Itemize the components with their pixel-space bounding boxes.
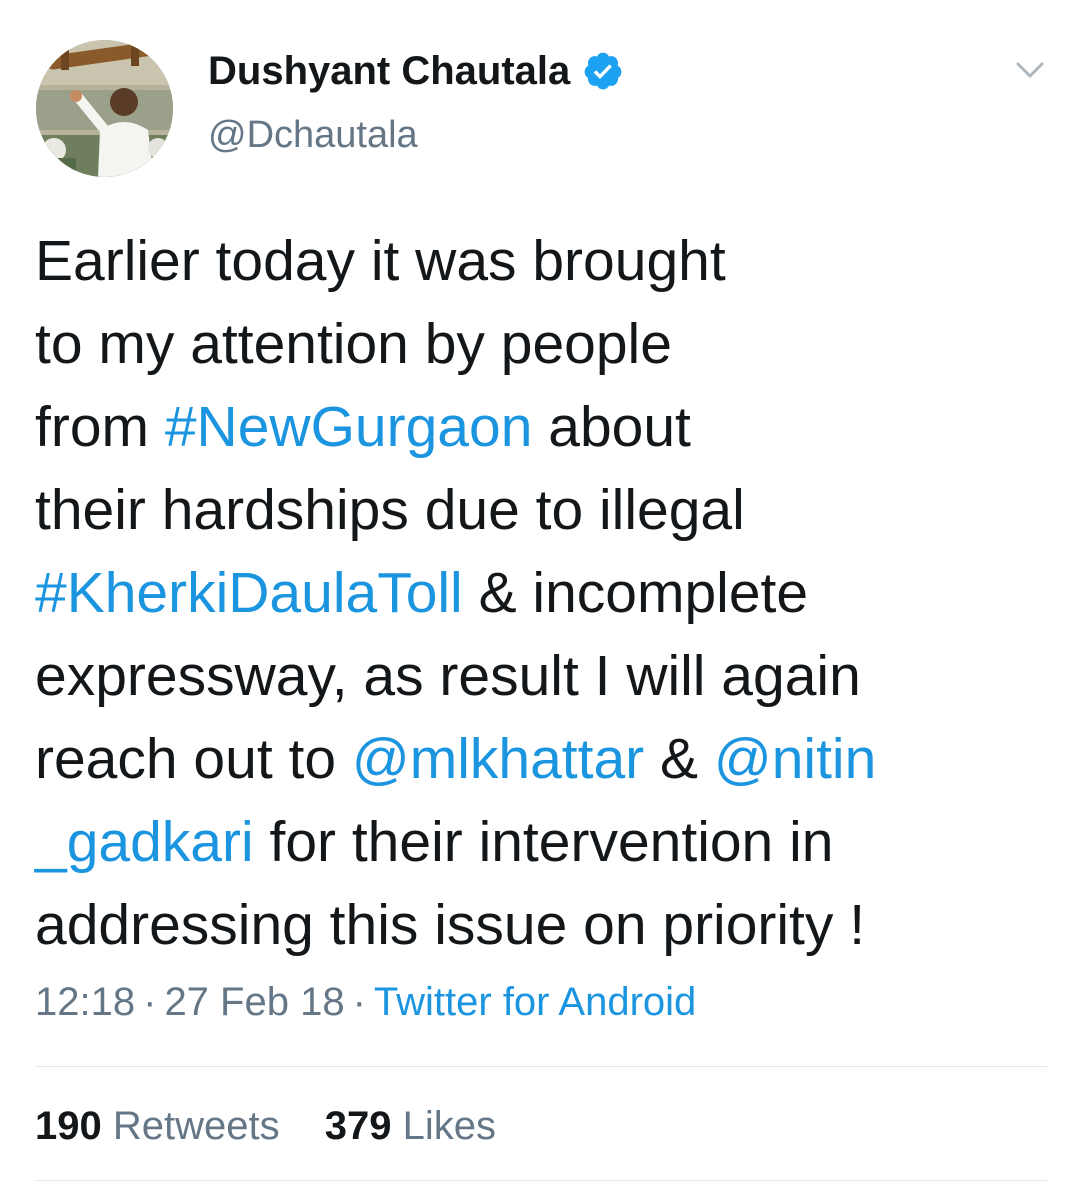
tweet-line: expressway, as result I will again <box>35 635 1045 718</box>
meta-separator: · <box>143 980 157 1024</box>
retweets-stat[interactable]: 190 Retweets <box>35 1104 280 1149</box>
hashtag-link[interactable]: #KherkiDaulaToll <box>35 561 463 625</box>
tweet-line: from #NewGurgaon about <box>35 386 1045 469</box>
tweet-text: Earlier today it was brought to my attent… <box>35 220 1045 967</box>
tweet-line: addressing this issue on priority ! <box>35 884 1045 967</box>
tweet-stats: 190 Retweets 379 Likes <box>35 1104 530 1149</box>
user-handle[interactable]: @Dchautala <box>208 114 418 157</box>
tweet-source-link[interactable]: Twitter for Android <box>374 980 696 1024</box>
tweet-card: Dushyant Chautala @Dchautala Earlier tod… <box>0 0 1075 1195</box>
mention-link[interactable]: @nitin <box>714 727 876 791</box>
tweet-line: #KherkiDaulaToll & incomplete <box>35 552 1045 635</box>
mention-link[interactable]: @mlkhattar <box>352 727 644 791</box>
tweet-text-segment: Earlier today it was brought <box>35 229 726 293</box>
tweet-time: 12:18 <box>35 980 136 1024</box>
name-row: Dushyant Chautala <box>208 46 624 96</box>
divider <box>35 1180 1047 1181</box>
mention-link[interactable]: _gadkari <box>35 810 254 874</box>
hashtag-link[interactable]: #NewGurgaon <box>165 395 533 459</box>
tweet-text-segment: reach out to <box>35 727 352 791</box>
likes-label: Likes <box>402 1104 497 1148</box>
retweets-count: 190 <box>35 1104 102 1148</box>
tweet-text-segment: & <box>644 727 714 791</box>
tweet-line: reach out to @mlkhattar & @nitin <box>35 718 1045 801</box>
tweet-date: 27 Feb 18 <box>164 980 345 1024</box>
meta-separator: · <box>352 980 366 1024</box>
tweet-text-segment: from <box>35 395 165 459</box>
avatar[interactable] <box>36 40 173 177</box>
verified-badge-icon <box>582 50 624 92</box>
tweet-line: _gadkari for their intervention in <box>35 801 1045 884</box>
retweets-label: Retweets <box>112 1104 280 1148</box>
display-name[interactable]: Dushyant Chautala <box>208 49 570 94</box>
divider <box>35 1066 1047 1067</box>
tweet-text-segment: their hardships due to illegal <box>35 478 745 542</box>
likes-stat[interactable]: 379 Likes <box>325 1104 496 1149</box>
tweet-line: Earlier today it was brought <box>35 220 1045 303</box>
chevron-down-icon[interactable] <box>1015 58 1045 82</box>
tweet-text-segment: to my attention by people <box>35 312 672 376</box>
tweet-text-segment: expressway, as result I will again <box>35 644 861 708</box>
tweet-text-segment: & incomplete <box>462 561 809 625</box>
tweet-line: to my attention by people <box>35 303 1045 386</box>
tweet-text-segment: about <box>532 395 691 459</box>
tweet-text-segment: for their intervention in <box>253 810 834 874</box>
tweet-line: their hardships due to illegal <box>35 469 1045 552</box>
likes-count: 379 <box>324 1104 392 1148</box>
tweet-text-segment: addressing this issue on priority ! <box>35 893 866 957</box>
avatar-photo-icon <box>36 40 173 177</box>
tweet-meta: 12:18 · 27 Feb 18 · Twitter for Android <box>35 980 696 1025</box>
